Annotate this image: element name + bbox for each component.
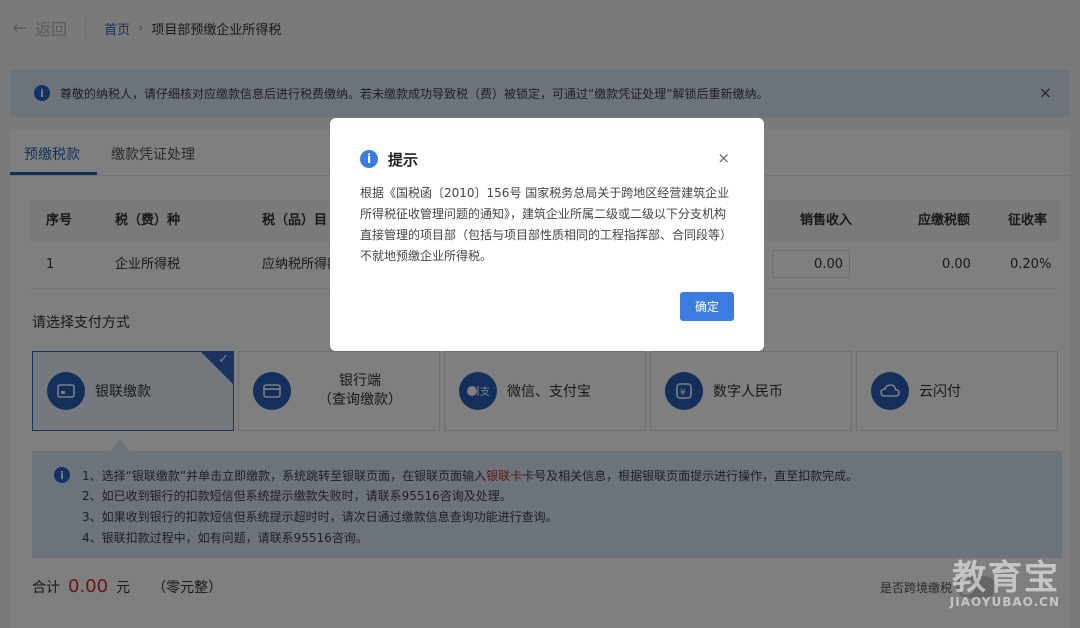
dialog-title: 提示	[388, 151, 419, 169]
info-icon: i	[360, 150, 378, 168]
watermark-logo: 教育宝 JIAOYUBAO.CN	[950, 550, 1060, 609]
dialog-close-button[interactable]: ×	[717, 149, 730, 167]
confirm-button[interactable]: 确定	[680, 292, 734, 321]
dialog-body: 根据《国税函〔2010〕156号 国家税务总局关于跨地区经营建筑企业所得税征收管…	[360, 186, 733, 263]
watermark-domain: JIAOYUBAO.CN	[949, 595, 1060, 609]
watermark-text: 教育宝	[952, 558, 1060, 598]
tip-dialog: i 提示 × 根据《国税函〔2010〕156号 国家税务总局关于跨地区经营建筑企…	[330, 118, 764, 351]
